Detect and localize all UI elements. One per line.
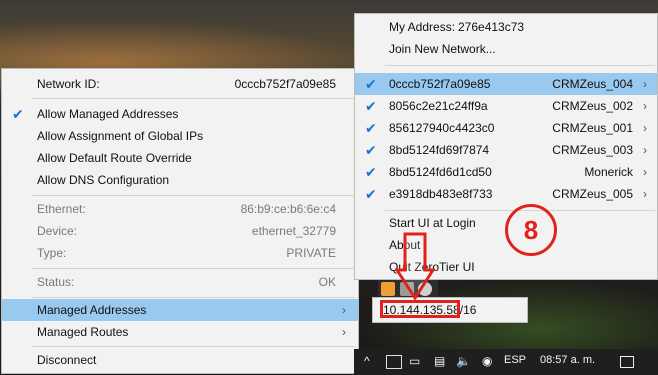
chevron-right-icon: › [342, 303, 346, 317]
info-value: PRIVATE [286, 246, 336, 260]
network-id: 8bd5124fd6d1cd50 [389, 165, 492, 179]
join-network-label: Join New Network... [389, 42, 496, 56]
address-prefix: 16 [463, 303, 477, 317]
separator [32, 297, 356, 298]
network-item[interactable]: ✔ 856127940c4423c0 CRMZeus_001 › [355, 117, 657, 139]
network-id: 8056c2e21c24ff9a [389, 99, 488, 113]
taskbar: ^ ▭ ▤ 🔈 ◉ ESP 08:57 a. m. [354, 349, 658, 375]
chevron-right-icon: › [643, 165, 647, 179]
separator [385, 65, 655, 66]
network-context-menu: Network ID: 0cccb752f7a09e85 ✔ Allow Man… [1, 68, 359, 374]
arrow-down-icon [395, 232, 435, 301]
option-label: Allow Managed Addresses [37, 107, 179, 121]
menu-item-label: Managed Addresses [37, 303, 147, 317]
camera-icon[interactable]: ◉ [482, 354, 492, 368]
check-icon: ✔ [365, 186, 377, 202]
language-indicator[interactable]: ESP [504, 354, 526, 366]
separator [32, 98, 356, 99]
info-ethernet: Ethernet: 86:b9:ce:b6:6e:c4 [2, 198, 358, 220]
network-name: CRMZeus_004 [552, 77, 633, 91]
check-icon: ✔ [365, 98, 377, 114]
check-icon: ✔ [12, 106, 24, 122]
network-name: CRMZeus_003 [552, 143, 633, 157]
option-label: Allow Assignment of Global IPs [37, 129, 204, 143]
check-icon: ✔ [365, 120, 377, 136]
menu-item-label: Managed Routes [37, 325, 129, 339]
menu-item-label: Disconnect [37, 353, 97, 367]
info-value: OK [318, 275, 336, 289]
menu-item-managed-routes[interactable]: Managed Routes › [2, 321, 358, 343]
network-name: CRMZeus_002 [552, 99, 633, 113]
join-network-item[interactable]: Join New Network... [355, 38, 657, 60]
option-label: Allow DNS Configuration [37, 173, 170, 187]
network-name: CRMZeus_005 [552, 187, 633, 201]
info-device: Device: ethernet_32779 [2, 220, 358, 242]
separator [32, 268, 356, 269]
option-allow-global[interactable]: Allow Assignment of Global IPs [2, 125, 358, 147]
check-icon: ✔ [365, 142, 377, 158]
chevron-right-icon: › [342, 325, 346, 339]
info-label: Device: [37, 224, 78, 238]
separator [32, 346, 356, 347]
network-id: 8bd5124fd69f7874 [389, 143, 490, 157]
zerotier-icon[interactable] [381, 282, 395, 296]
network-item[interactable]: ✔ e3918db483e8f733 CRMZeus_005 › [355, 183, 657, 205]
network-id: 856127940c4423c0 [389, 121, 495, 135]
network-item[interactable]: ✔ 8bd5124fd6d1cd50 Monerick › [355, 161, 657, 183]
volume-icon[interactable]: 🔈 [456, 354, 471, 368]
option-allow-default-route[interactable]: Allow Default Route Override [2, 147, 358, 169]
info-label: Type: [37, 246, 67, 260]
check-icon: ✔ [365, 164, 377, 180]
my-address-value: 276e413c73 [458, 20, 525, 34]
option-allow-dns[interactable]: Allow DNS Configuration [2, 169, 358, 191]
my-address-row[interactable]: My Address: 276e413c73 [355, 16, 657, 38]
chevron-right-icon: › [643, 77, 647, 91]
clock[interactable]: 08:57 a. m. [540, 354, 595, 366]
info-value: 86:b9:ce:b6:6e:c4 [240, 202, 336, 216]
chevron-right-icon: › [643, 99, 647, 113]
chevron-up-icon[interactable]: ^ [364, 354, 370, 368]
network-name: CRMZeus_001 [552, 121, 633, 135]
network-item[interactable]: ✔ 0cccb752f7a09e85 CRMZeus_004 › [355, 73, 657, 95]
menu-item-managed-addresses[interactable]: Managed Addresses › [2, 299, 358, 321]
network-id-label: Network ID: [37, 77, 100, 91]
info-value: ethernet_32779 [251, 224, 336, 238]
tray-app-icon[interactable] [386, 355, 402, 369]
info-status: Status: OK [2, 271, 358, 293]
network-id: e3918db483e8f733 [389, 187, 493, 201]
option-allow-managed[interactable]: ✔ Allow Managed Addresses [2, 103, 358, 125]
highlight-box [380, 300, 460, 318]
chevron-right-icon: › [643, 121, 647, 135]
menu-item-disconnect[interactable]: Disconnect [2, 349, 358, 371]
chevron-right-icon: › [643, 143, 647, 157]
chevron-right-icon: › [643, 187, 647, 201]
info-label: Ethernet: [37, 202, 86, 216]
option-label: Allow Default Route Override [37, 151, 192, 165]
network-item[interactable]: ✔ 8056c2e21c24ff9a CRMZeus_002 › [355, 95, 657, 117]
network-icon[interactable]: ▤ [434, 354, 445, 368]
check-icon: ✔ [365, 76, 377, 92]
my-address-label: My Address: [389, 20, 456, 34]
network-name: Monerick [584, 165, 633, 179]
info-label: Status: [37, 275, 75, 289]
network-item[interactable]: ✔ 8bd5124fd69f7874 CRMZeus_003 › [355, 139, 657, 161]
start-ui-label: Start UI at Login [389, 216, 476, 230]
separator [32, 195, 356, 196]
network-id: 0cccb752f7a09e85 [389, 77, 491, 91]
step-badge: 8 [505, 204, 557, 256]
info-type: Type: PRIVATE [2, 242, 358, 264]
network-id-value: 0cccb752f7a09e85 [234, 77, 336, 91]
notification-icon[interactable] [620, 356, 634, 368]
usb-icon[interactable]: ▭ [409, 354, 420, 368]
network-id-row: Network ID: 0cccb752f7a09e85 [2, 73, 358, 95]
